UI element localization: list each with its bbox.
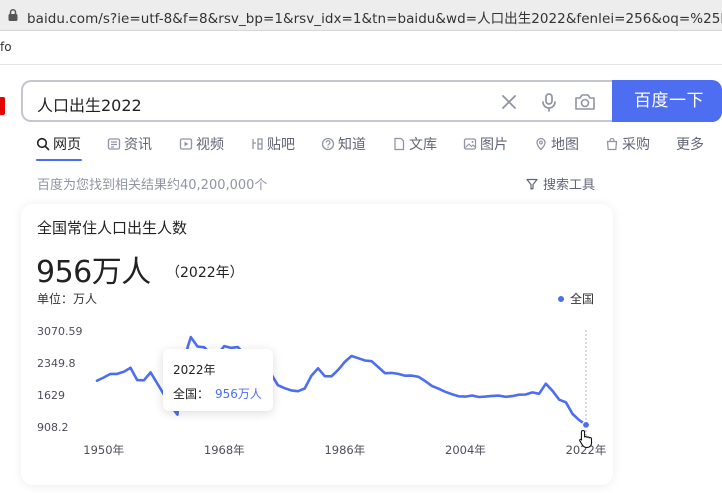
y-tick-label: 3070.59 xyxy=(37,325,83,338)
line-chart[interactable]: 3070.59 2349.8 1629 908.2 1950年 1968年 1986年 200… xyxy=(0,0,722,493)
x-tick-label: 2004年 xyxy=(445,443,486,457)
x-tick-label: 1986年 xyxy=(324,443,365,457)
tooltip-value: 956万人 xyxy=(215,387,262,401)
tooltip-label: 全国： xyxy=(173,387,210,401)
y-tick-label: 908.2 xyxy=(37,421,69,434)
highlight-point xyxy=(581,420,591,429)
y-tick-label: 1629 xyxy=(37,389,65,402)
tooltip-year: 2022年 xyxy=(173,363,216,377)
chart-tooltip: 2022年 全国： 956万人 xyxy=(163,349,273,411)
x-tick-label: 1950年 xyxy=(83,443,124,457)
y-tick-label: 2349.8 xyxy=(37,357,76,370)
hand-cursor-icon xyxy=(579,429,593,449)
x-tick-label: 1968年 xyxy=(204,443,245,457)
